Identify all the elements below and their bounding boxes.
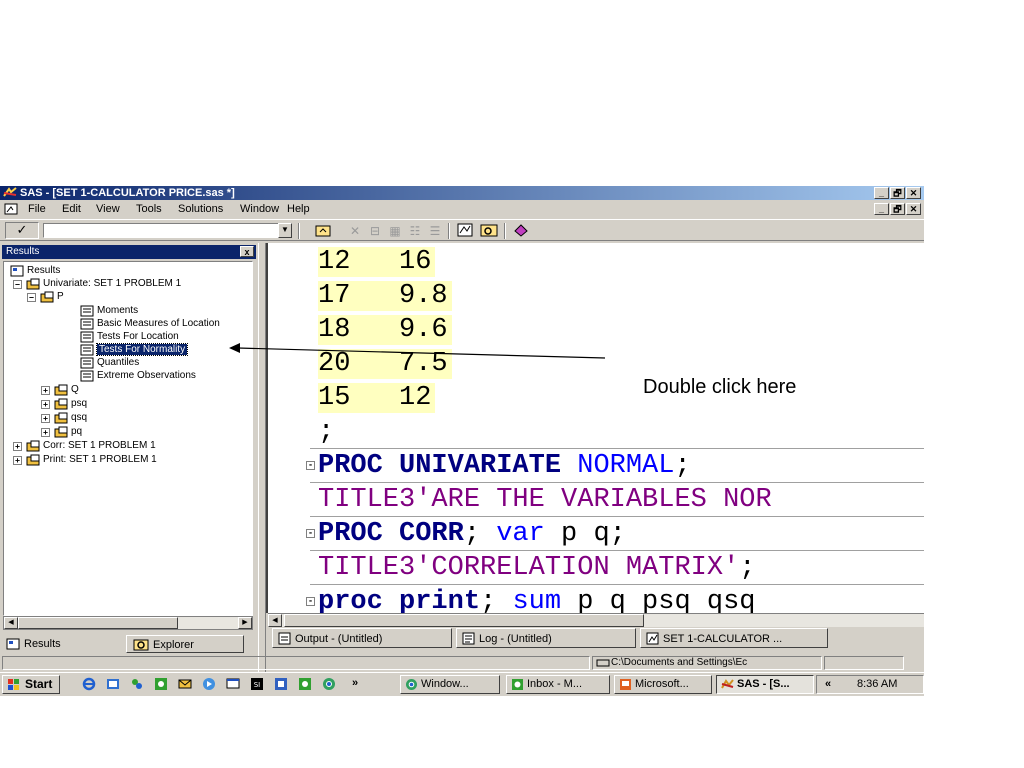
annotation-arrow xyxy=(229,343,606,359)
annotation-label: Double click here xyxy=(643,376,797,398)
